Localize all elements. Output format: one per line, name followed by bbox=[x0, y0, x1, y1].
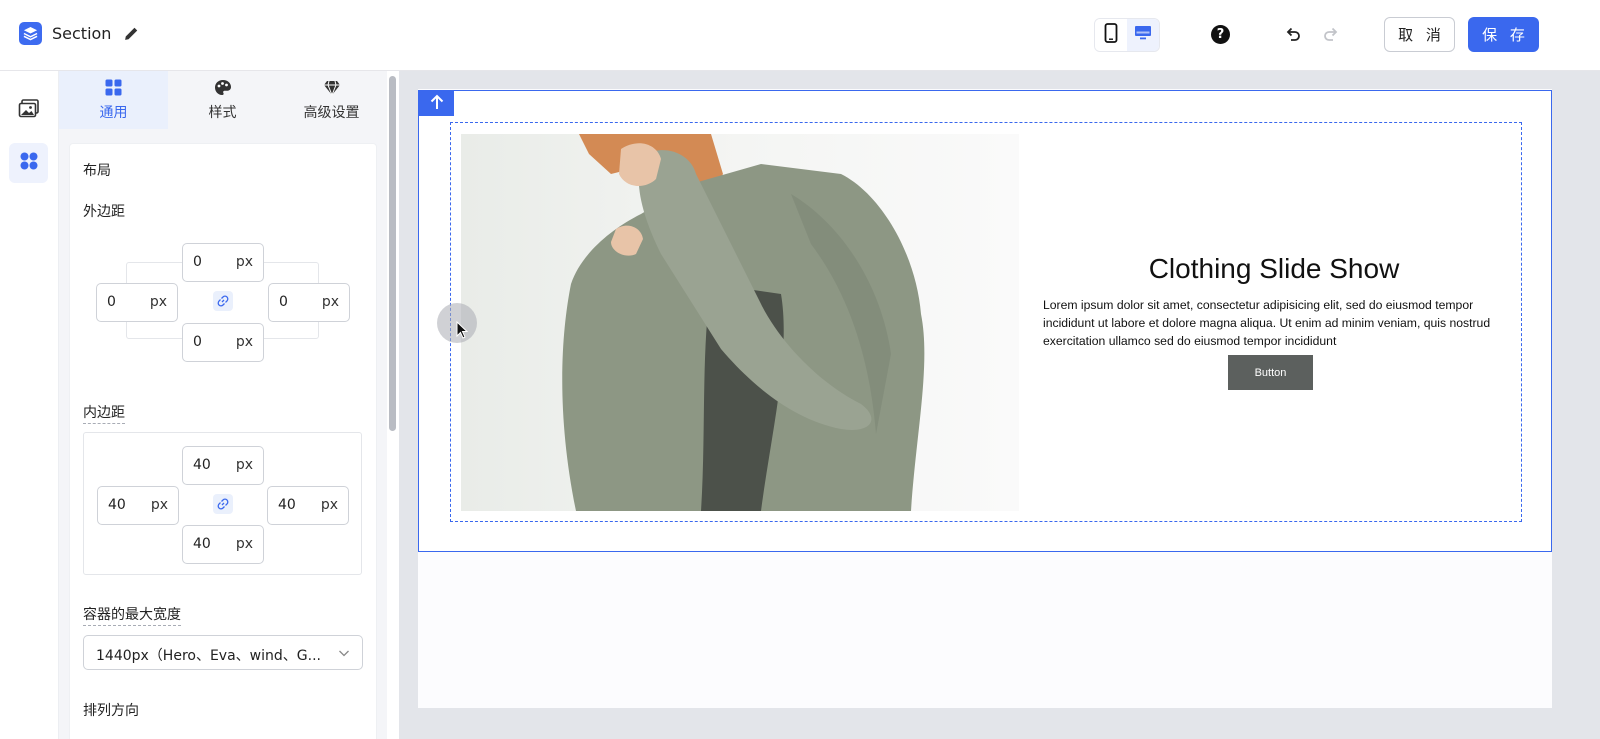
padding-bottom-value: 40 bbox=[193, 536, 211, 552]
pencil-icon[interactable] bbox=[123, 25, 141, 43]
components-icon bbox=[18, 150, 40, 176]
rail-item-media[interactable] bbox=[9, 91, 48, 131]
margin-left-value: 0 bbox=[107, 294, 116, 310]
padding-right-unit: px bbox=[320, 497, 338, 513]
icon-rail bbox=[0, 71, 59, 739]
grid-icon bbox=[105, 79, 123, 97]
margin-top-unit: px bbox=[235, 254, 253, 270]
max-width-select[interactable]: 1440px（Hero、Eva、wind、G... bbox=[83, 635, 363, 670]
settings-tabs: 通用 样式 高级设置 bbox=[59, 71, 387, 129]
help-icon[interactable]: ? bbox=[1211, 25, 1230, 44]
arrow-up-icon bbox=[430, 94, 444, 114]
layers-icon bbox=[19, 22, 42, 45]
margin-left-unit: px bbox=[149, 294, 167, 310]
editor-canvas: Clothing Slide Show Lorem ipsum dolor si… bbox=[399, 71, 1600, 739]
mouse-cursor-icon bbox=[456, 320, 469, 339]
gem-icon bbox=[323, 79, 341, 97]
cancel-button[interactable]: 取 消 bbox=[1384, 17, 1455, 52]
layout-card: 布局 外边距 0 px 0 px 0 px 0 px 内边距 40 px 40 … bbox=[69, 143, 377, 739]
margin-top-field[interactable]: 0 px bbox=[182, 243, 264, 282]
margin-bottom-field[interactable]: 0 px bbox=[182, 323, 264, 362]
tab-general-label: 通用 bbox=[99, 104, 128, 121]
top-bar: Section ? 取 消 保 存 bbox=[0, 0, 1600, 71]
undo-icon[interactable] bbox=[1283, 25, 1303, 45]
padding-top-value: 40 bbox=[193, 457, 211, 473]
padding-left-value: 40 bbox=[108, 497, 126, 513]
select-parent-button[interactable] bbox=[419, 91, 454, 116]
link-icon[interactable] bbox=[213, 494, 233, 514]
rail-item-components[interactable] bbox=[9, 143, 48, 183]
redo-icon[interactable] bbox=[1321, 25, 1341, 45]
padding-top-field[interactable]: 40 px bbox=[182, 446, 264, 485]
tab-advanced-label: 高级设置 bbox=[303, 104, 360, 121]
brand: Section bbox=[19, 22, 141, 45]
margin-left-field[interactable]: 0 px bbox=[96, 283, 178, 322]
padding-right-value: 40 bbox=[278, 497, 296, 513]
save-button[interactable]: 保 存 bbox=[1468, 17, 1539, 52]
selected-section[interactable]: Clothing Slide Show Lorem ipsum dolor si… bbox=[418, 90, 1552, 552]
panel-scrollbar[interactable] bbox=[387, 71, 399, 739]
tab-advanced[interactable]: 高级设置 bbox=[277, 71, 386, 129]
palette-icon bbox=[214, 79, 232, 97]
page-title: Section bbox=[52, 24, 112, 43]
padding-left-field[interactable]: 40 px bbox=[97, 486, 179, 525]
hero-image[interactable] bbox=[461, 134, 1019, 511]
padding-bottom-unit: px bbox=[235, 536, 253, 552]
hero-title[interactable]: Clothing Slide Show bbox=[1039, 253, 1509, 285]
chevron-down-icon bbox=[338, 647, 350, 659]
desktop-icon bbox=[1134, 25, 1152, 45]
image-gallery-icon bbox=[18, 99, 40, 123]
device-toggle bbox=[1094, 18, 1160, 52]
mobile-view-button[interactable] bbox=[1095, 19, 1127, 51]
hero-button[interactable]: Button bbox=[1228, 355, 1313, 390]
direction-label: 排列方向 bbox=[83, 703, 139, 719]
margin-label: 外边距 bbox=[83, 204, 125, 220]
tab-general[interactable]: 通用 bbox=[59, 71, 168, 129]
tab-style[interactable]: 样式 bbox=[168, 71, 277, 129]
margin-right-value: 0 bbox=[279, 294, 288, 310]
max-width-label: 容器的最大宽度 bbox=[83, 604, 181, 626]
margin-right-unit: px bbox=[321, 294, 339, 310]
padding-top-unit: px bbox=[235, 457, 253, 473]
padding-left-unit: px bbox=[150, 497, 168, 513]
hero-description[interactable]: Lorem ipsum dolor sit amet, consectetur … bbox=[1043, 296, 1513, 350]
margin-top-value: 0 bbox=[193, 254, 202, 270]
settings-panel: 通用 样式 高级设置 布局 外边距 0 px 0 px 0 px 0 px 内边… bbox=[59, 71, 387, 739]
margin-bottom-value: 0 bbox=[193, 334, 202, 350]
link-icon[interactable] bbox=[213, 291, 233, 311]
scroll-thumb[interactable] bbox=[389, 76, 396, 431]
page-preview: Clothing Slide Show Lorem ipsum dolor si… bbox=[418, 89, 1552, 708]
padding-right-field[interactable]: 40 px bbox=[267, 486, 349, 525]
margin-right-field[interactable]: 0 px bbox=[268, 283, 350, 322]
padding-bottom-field[interactable]: 40 px bbox=[182, 525, 264, 564]
desktop-view-button[interactable] bbox=[1127, 19, 1159, 51]
margin-bottom-unit: px bbox=[235, 334, 253, 350]
max-width-value: 1440px（Hero、Eva、wind、G... bbox=[96, 648, 321, 664]
layout-heading: 布局 bbox=[83, 163, 111, 179]
mobile-icon bbox=[1104, 23, 1118, 47]
tab-style-label: 样式 bbox=[208, 104, 237, 121]
padding-label: 内边距 bbox=[83, 402, 125, 424]
